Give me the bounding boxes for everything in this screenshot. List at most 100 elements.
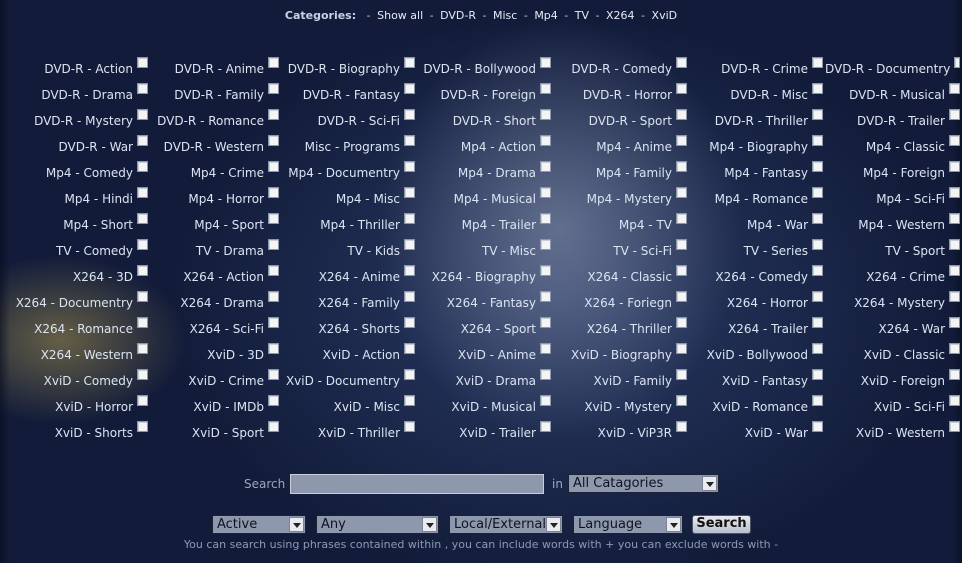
category-checkbox[interactable] [137,369,148,380]
category-checkbox[interactable] [137,57,148,68]
category-checkbox[interactable] [137,395,148,406]
category-checkbox[interactable] [137,109,148,120]
category-checkbox[interactable] [676,57,687,68]
category-checkbox[interactable] [676,265,687,276]
category-checkbox[interactable] [812,291,823,302]
category-select[interactable]: All Catagories [568,474,719,493]
category-checkbox[interactable] [949,109,960,120]
category-checkbox[interactable] [812,161,823,172]
category-checkbox[interactable] [676,317,687,328]
category-checkbox[interactable] [949,291,960,302]
category-checkbox[interactable] [676,213,687,224]
category-checkbox[interactable] [268,135,279,146]
source-select[interactable]: Local/External [449,515,563,534]
category-checkbox[interactable] [949,265,960,276]
category-link-xvid[interactable]: XviD [652,9,678,22]
search-input[interactable] [290,474,544,494]
category-checkbox[interactable] [540,135,551,146]
category-checkbox[interactable] [949,369,960,380]
category-checkbox[interactable] [137,83,148,94]
category-checkbox[interactable] [540,57,551,68]
category-checkbox[interactable] [268,421,279,432]
category-checkbox[interactable] [949,239,960,250]
chevron-down-icon[interactable] [546,517,561,532]
status-select[interactable]: Active [212,515,306,534]
category-checkbox[interactable] [676,83,687,94]
category-checkbox[interactable] [540,239,551,250]
category-checkbox[interactable] [268,187,279,198]
category-checkbox[interactable] [404,83,415,94]
category-checkbox[interactable] [676,187,687,198]
category-checkbox[interactable] [268,343,279,354]
category-checkbox[interactable] [949,135,960,146]
category-checkbox[interactable] [404,343,415,354]
category-checkbox[interactable] [404,239,415,250]
category-checkbox[interactable] [268,109,279,120]
category-checkbox[interactable] [540,421,551,432]
category-checkbox[interactable] [268,291,279,302]
category-checkbox[interactable] [268,213,279,224]
category-checkbox[interactable] [540,161,551,172]
category-checkbox[interactable] [676,161,687,172]
category-checkbox[interactable] [268,369,279,380]
category-checkbox[interactable] [404,161,415,172]
category-checkbox[interactable] [137,421,148,432]
chevron-down-icon[interactable] [702,476,717,491]
category-checkbox[interactable] [949,421,960,432]
category-checkbox[interactable] [949,161,960,172]
category-checkbox[interactable] [676,135,687,146]
category-checkbox[interactable] [540,83,551,94]
category-checkbox[interactable] [404,369,415,380]
category-checkbox[interactable] [949,395,960,406]
category-link-mp4[interactable]: Mp4 [534,9,557,22]
category-checkbox[interactable] [404,213,415,224]
category-checkbox[interactable] [268,239,279,250]
category-checkbox[interactable] [404,187,415,198]
category-checkbox[interactable] [949,187,960,198]
category-checkbox[interactable] [812,57,823,68]
category-checkbox[interactable] [540,395,551,406]
category-checkbox[interactable] [404,421,415,432]
category-checkbox[interactable] [812,213,823,224]
chevron-down-icon[interactable] [666,517,681,532]
category-checkbox[interactable] [268,83,279,94]
category-link-x264[interactable]: X264 [606,9,635,22]
category-checkbox[interactable] [540,109,551,120]
category-checkbox[interactable] [676,109,687,120]
category-checkbox[interactable] [812,343,823,354]
type-select[interactable]: Any [316,515,439,534]
category-checkbox[interactable] [137,291,148,302]
chevron-down-icon[interactable] [422,517,437,532]
category-checkbox[interactable] [812,265,823,276]
category-checkbox[interactable] [812,369,823,380]
category-checkbox[interactable] [812,83,823,94]
category-checkbox[interactable] [949,317,960,328]
category-checkbox[interactable] [954,57,960,68]
category-checkbox[interactable] [268,161,279,172]
category-checkbox[interactable] [540,291,551,302]
category-checkbox[interactable] [949,83,960,94]
category-checkbox[interactable] [812,109,823,120]
category-checkbox[interactable] [404,135,415,146]
category-checkbox[interactable] [676,343,687,354]
category-checkbox[interactable] [137,187,148,198]
category-checkbox[interactable] [540,343,551,354]
category-checkbox[interactable] [137,265,148,276]
category-link-dvd-r[interactable]: DVD-R [440,9,476,22]
category-link-tv[interactable]: TV [575,9,589,22]
category-link-show-all[interactable]: Show all [377,9,423,22]
category-checkbox[interactable] [812,395,823,406]
category-checkbox[interactable] [137,343,148,354]
category-checkbox[interactable] [137,317,148,328]
category-checkbox[interactable] [540,317,551,328]
category-checkbox[interactable] [540,265,551,276]
chevron-down-icon[interactable] [289,517,304,532]
category-checkbox[interactable] [676,291,687,302]
category-checkbox[interactable] [676,421,687,432]
category-checkbox[interactable] [540,187,551,198]
category-checkbox[interactable] [137,213,148,224]
category-checkbox[interactable] [676,239,687,250]
category-checkbox[interactable] [404,291,415,302]
category-checkbox[interactable] [268,395,279,406]
category-checkbox[interactable] [676,395,687,406]
